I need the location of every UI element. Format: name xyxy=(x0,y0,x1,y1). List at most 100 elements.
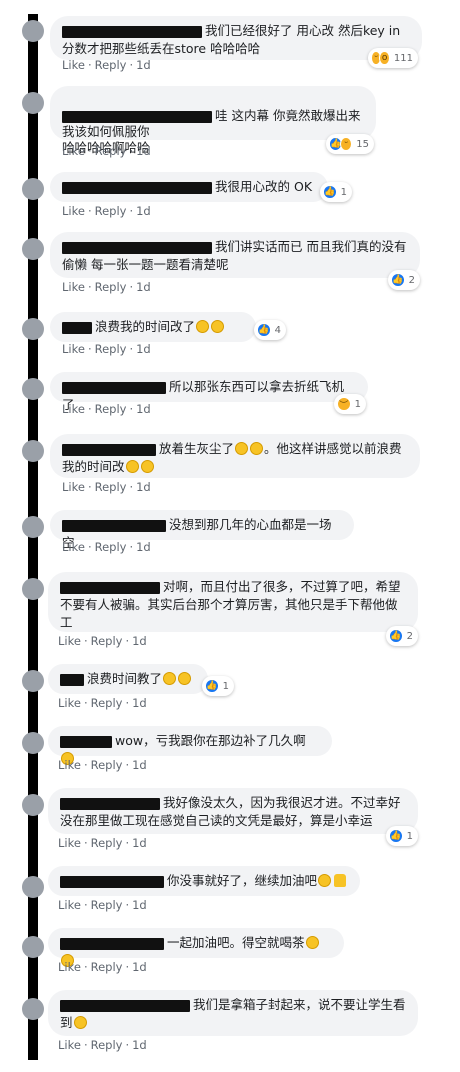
reply-link[interactable]: Reply xyxy=(95,204,127,218)
reaction-summary[interactable]: 👍 1 xyxy=(202,676,234,696)
like-link[interactable]: Like xyxy=(62,144,85,158)
timestamp[interactable]: 1d xyxy=(132,758,147,772)
redacted-name xyxy=(62,241,212,254)
reply-link[interactable]: Reply xyxy=(91,960,123,974)
like-link[interactable]: Like xyxy=(58,758,81,772)
timestamp[interactable]: 1d xyxy=(136,204,151,218)
avatar[interactable] xyxy=(22,238,44,260)
reply-link[interactable]: Reply xyxy=(95,342,127,356)
avatar[interactable] xyxy=(22,440,44,462)
avatar[interactable] xyxy=(22,20,44,42)
timestamp[interactable]: 1d xyxy=(132,960,147,974)
reaction-summary[interactable]: 👍 1 xyxy=(386,826,418,846)
reaction-summary[interactable]: 👍 2 xyxy=(386,626,418,646)
like-link[interactable]: Like xyxy=(62,58,85,72)
timestamp[interactable]: 1d xyxy=(136,280,151,294)
reply-link[interactable]: Reply xyxy=(91,634,123,648)
avatar[interactable] xyxy=(22,178,44,200)
reaction-summary[interactable]: 👍 ᵕ 15 xyxy=(326,134,374,154)
like-link[interactable]: Like xyxy=(62,280,85,294)
reply-link[interactable]: Reply xyxy=(95,540,127,554)
timestamp[interactable]: 1d xyxy=(132,836,147,850)
reply-link[interactable]: Reply xyxy=(91,696,123,710)
comment-bubble: 所以那张东西可以拿去折纸飞机了 xyxy=(50,372,368,412)
comment-bubble: 我好像没太久，因为我很迟才进。不过幸好没在那里做工现在感觉自己读的文凭是最好，算… xyxy=(48,788,418,834)
haha-emoji-icon xyxy=(305,936,319,949)
reaction-count: 1 xyxy=(222,680,229,692)
like-link[interactable]: Like xyxy=(58,960,81,974)
thumbs-up-icon xyxy=(334,874,347,887)
reply-link[interactable]: Reply xyxy=(95,280,127,294)
like-link[interactable]: Like xyxy=(62,480,85,494)
avatar[interactable] xyxy=(22,318,44,340)
timestamp[interactable]: 1d xyxy=(136,540,151,554)
reaction-count: 2 xyxy=(406,630,413,642)
like-icon: 👍 xyxy=(389,629,403,643)
haha-emoji-icon: ᵕ xyxy=(340,137,353,151)
comment-actions: Like · Reply · 1d xyxy=(58,836,147,850)
reply-link[interactable]: Reply xyxy=(95,480,127,494)
comment-actions: Like · Reply · 1d xyxy=(62,402,151,416)
timestamp[interactable]: 1d xyxy=(132,898,147,912)
reply-link[interactable]: Reply xyxy=(95,402,127,416)
like-link[interactable]: Like xyxy=(62,402,85,416)
timestamp[interactable]: 1d xyxy=(132,1038,147,1052)
like-link[interactable]: Like xyxy=(62,342,85,356)
redacted-name xyxy=(60,875,164,888)
reaction-summary[interactable]: 👍 2 xyxy=(388,270,420,290)
avatar[interactable] xyxy=(22,732,44,754)
redacted-name xyxy=(60,581,160,594)
comment-bubble: 浪费时间教了 xyxy=(48,664,208,694)
reaction-summary[interactable]: ︶ 1 xyxy=(334,394,366,414)
like-link[interactable]: Like xyxy=(62,540,85,554)
like-link[interactable]: Like xyxy=(62,204,85,218)
comment-actions: Like · Reply · 1d xyxy=(58,960,147,974)
avatar[interactable] xyxy=(22,516,44,538)
haha-emoji-icon xyxy=(178,672,192,685)
timestamp[interactable]: 1d xyxy=(136,144,151,158)
like-link[interactable]: Like xyxy=(58,1038,81,1052)
timestamp[interactable]: 1d xyxy=(132,696,147,710)
reply-link[interactable]: Reply xyxy=(95,144,127,158)
timestamp[interactable]: 1d xyxy=(136,58,151,72)
reaction-summary[interactable]: ᵕ o 111 xyxy=(368,48,418,68)
like-link[interactable]: Like xyxy=(58,634,81,648)
reply-link[interactable]: Reply xyxy=(91,836,123,850)
avatar[interactable] xyxy=(22,670,44,692)
avatar[interactable] xyxy=(22,998,44,1020)
avatar[interactable] xyxy=(22,578,44,600)
haha-emoji-icon xyxy=(125,460,139,473)
reply-link[interactable]: Reply xyxy=(91,758,123,772)
timestamp[interactable]: 1d xyxy=(136,480,151,494)
comment-actions: Like · Reply · 1d xyxy=(62,280,151,294)
comment-text: 我很用心改的 OK xyxy=(215,179,313,194)
avatar[interactable] xyxy=(22,794,44,816)
comment-actions: Like · Reply · 1d xyxy=(58,898,147,912)
avatar[interactable] xyxy=(22,92,44,114)
avatar[interactable] xyxy=(22,378,44,400)
timestamp[interactable]: 1d xyxy=(136,342,151,356)
timestamp[interactable]: 1d xyxy=(136,402,151,416)
reaction-summary[interactable]: 👍 4 xyxy=(254,320,286,340)
like-link[interactable]: Like xyxy=(58,898,81,912)
like-icon: 👍 xyxy=(205,679,219,693)
comment-bubble: 我很用心改的 OK xyxy=(50,172,328,202)
haha-emoji-icon xyxy=(196,320,210,333)
avatar[interactable] xyxy=(22,936,44,958)
timestamp[interactable]: 1d xyxy=(132,634,147,648)
reply-link[interactable]: Reply xyxy=(91,898,123,912)
redacted-name xyxy=(62,519,166,532)
comment-bubble: 对啊，而且付出了很多，不过算了吧，希望不要有人被骗。其实后台那个才算厉害，其他只… xyxy=(48,572,418,632)
like-link[interactable]: Like xyxy=(58,836,81,850)
comment-actions: Like · Reply · 1d xyxy=(62,58,151,72)
comment-actions: Like · Reply · 1d xyxy=(58,758,147,772)
reaction-summary[interactable]: 👍 1 xyxy=(320,182,352,202)
avatar[interactable] xyxy=(22,876,44,898)
redacted-name xyxy=(62,110,212,123)
reply-link[interactable]: Reply xyxy=(95,58,127,72)
redacted-name xyxy=(60,937,164,950)
reaction-count: 15 xyxy=(356,138,369,150)
reply-link[interactable]: Reply xyxy=(91,1038,123,1052)
like-link[interactable]: Like xyxy=(58,696,81,710)
redacted-name xyxy=(62,181,212,194)
